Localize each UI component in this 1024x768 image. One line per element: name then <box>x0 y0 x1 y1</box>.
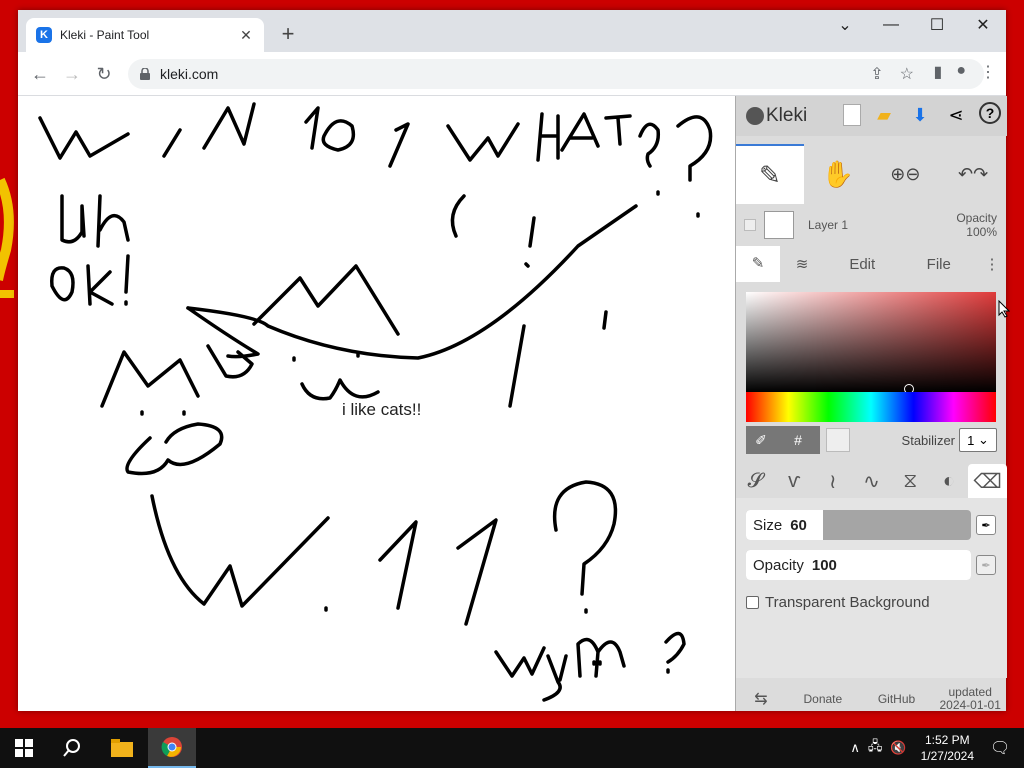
address-bar[interactable]: kleki.com ⇪ ☆ <box>128 59 984 89</box>
share-icon[interactable]: ⇪ <box>870 64 883 84</box>
menu-kebab-icon[interactable]: ⋮ <box>980 62 996 82</box>
hand-tool-icon[interactable]: ✋ <box>804 144 872 204</box>
taskbar: ∧ 🖧 🔇 1:52 PM 1/27/2024 🗨 <box>0 728 1024 768</box>
zoom-in-out-icon[interactable]: ⊕⊖ <box>872 144 940 204</box>
tab-strip: K Kleki - Paint Tool ✕ + ⌄ — ☐ ✕ <box>18 10 1006 52</box>
brush-settings: Size 60 ✒ Opacity 100 ✒ Transparent Back… <box>736 498 1007 678</box>
system-tray: ∧ 🖧 🔇 1:52 PM 1/27/2024 <box>850 728 974 768</box>
size-slider[interactable]: Size 60 <box>746 510 971 540</box>
bookmark-star-icon[interactable]: ☆ <box>900 64 914 84</box>
github-link[interactable]: GitHub <box>860 692 934 706</box>
tray-chevron-up-icon[interactable]: ∧ <box>850 740 860 756</box>
donate-link[interactable]: Donate <box>786 692 860 706</box>
eyedropper-icon[interactable]: ✐ <box>746 426 776 454</box>
tab-brush[interactable]: ✎ <box>736 246 780 282</box>
file-explorer-icon[interactable] <box>98 728 146 768</box>
transparent-background-option[interactable]: Transparent Background <box>746 594 930 611</box>
tab-close-icon[interactable]: ✕ <box>238 27 254 44</box>
pen-brush-icon[interactable]: 𝓢 <box>736 464 775 498</box>
mouse-cursor-icon <box>998 300 1010 318</box>
tab-search-chevron-icon[interactable]: ⌄ <box>822 10 868 40</box>
color-saturation-picker[interactable] <box>746 292 996 394</box>
opacity-slider[interactable]: Opacity 100 <box>746 550 971 580</box>
canvas-text-label: i like cats!! <box>342 400 422 419</box>
hue-slider[interactable] <box>746 392 996 422</box>
chrome-taskbar-icon[interactable] <box>148 728 196 768</box>
drawing-canvas[interactable]: i like cats!! <box>18 96 735 711</box>
layer-row[interactable]: Layer 1 Opacity 100% <box>736 208 1007 242</box>
more-options-icon[interactable]: ⋮ <box>977 255 1007 273</box>
color-tools-row: ✐ # Stabilizer 1 ⌄ <box>746 426 997 454</box>
kleki-header: Kleki ▰ ⬇ ⋖ ? <box>736 96 1007 136</box>
download-icon[interactable]: ⬇ <box>907 102 933 128</box>
browser-window: K Kleki - Paint Tool ✕ + ⌄ — ☐ ✕ ← → ↻ k… <box>18 10 1008 712</box>
brush-tool-icon[interactable]: ✎ <box>736 144 804 204</box>
search-icon[interactable] <box>48 728 96 768</box>
lock-icon <box>140 68 150 80</box>
reload-button[interactable]: ↻ <box>92 62 116 86</box>
brush-type-row: 𝓢 ⱱ ≀ ∿ ⧖ ◐ ⌫ <box>736 464 1008 498</box>
layer-opacity: Opacity 100% <box>956 211 997 239</box>
kleki-logo: Kleki <box>746 105 807 127</box>
size-pressure-toggle-icon[interactable]: ✒ <box>976 515 996 535</box>
stabilizer-label: Stabilizer <box>901 432 955 448</box>
hex-input-button[interactable]: # <box>776 426 820 454</box>
share-icon[interactable]: ⋖ <box>943 102 969 128</box>
forward-button[interactable]: → <box>60 62 84 86</box>
tab-edit[interactable]: Edit <box>824 256 901 273</box>
windows-start-icon[interactable] <box>0 728 48 768</box>
smudge-brush-icon[interactable]: ◐ <box>930 464 969 498</box>
wallpaper-emblem <box>0 177 14 298</box>
pixel-brush-icon[interactable]: ∿ <box>852 464 891 498</box>
undo-redo-icon[interactable]: ↶↷ <box>939 144 1007 204</box>
opacity-pressure-toggle-icon[interactable]: ✒ <box>976 555 996 575</box>
updated-info[interactable]: updated 2024-01-01 <box>933 685 1007 712</box>
tab-layers-icon[interactable]: ≋ <box>780 255 824 273</box>
sketchy-brush-icon[interactable]: ≀ <box>813 464 852 498</box>
layer-thumbnail <box>764 211 794 239</box>
layer-name: Layer 1 <box>808 218 849 232</box>
help-icon[interactable]: ? <box>979 102 1001 124</box>
taskbar-clock[interactable]: 1:52 PM 1/27/2024 <box>921 732 974 764</box>
kleki-footer: ⇆ Donate GitHub updated 2024-01-01 <box>736 685 1007 712</box>
new-tab-button[interactable]: + <box>276 23 300 47</box>
maximize-button[interactable]: ☐ <box>914 10 960 40</box>
kleki-tool-panel: Kleki ▰ ⬇ ⋖ ? ✎ ✋ ⊕⊖ ↶↷ Layer 1 Opacity … <box>735 96 1008 712</box>
kleki-favicon-icon: K <box>36 27 52 43</box>
stabilizer-select[interactable]: 1 ⌄ <box>959 428 997 452</box>
swap-side-icon[interactable]: ⇆ <box>736 689 786 709</box>
side-panel-icon[interactable]: ▮ <box>934 62 943 82</box>
chemy-brush-icon[interactable]: ⧖ <box>891 464 930 498</box>
blend-brush-icon[interactable]: ⱱ <box>775 464 814 498</box>
profile-avatar-icon[interactable]: ● <box>956 62 966 82</box>
window-controls: ⌄ — ☐ ✕ <box>822 10 1006 42</box>
volume-muted-icon[interactable]: 🔇 <box>890 740 906 756</box>
open-folder-icon[interactable]: ▰ <box>871 102 897 128</box>
back-button[interactable]: ← <box>28 62 52 86</box>
layer-visibility-checkbox[interactable] <box>744 219 756 231</box>
kleki-logo-mark-icon <box>746 107 764 125</box>
new-image-icon[interactable] <box>843 104 861 126</box>
main-tool-row: ✎ ✋ ⊕⊖ ↶↷ <box>736 144 1007 204</box>
url-text: kleki.com <box>160 66 219 82</box>
minimize-button[interactable]: — <box>868 10 914 40</box>
browser-toolbar: ← → ↻ kleki.com ⇪ ☆ ▮ ● ⋮ <box>18 52 1006 96</box>
tab-file[interactable]: File <box>901 256 978 273</box>
browser-tab[interactable]: K Kleki - Paint Tool ✕ <box>26 18 264 52</box>
eraser-icon[interactable]: ⌫ <box>968 464 1008 498</box>
panel-tabs: ✎ ≋ Edit File ⋮ <box>736 246 1007 282</box>
transparent-background-checkbox[interactable] <box>746 596 759 609</box>
network-icon[interactable]: 🖧 <box>868 737 883 759</box>
secondary-color-swatch[interactable] <box>826 428 850 452</box>
close-window-button[interactable]: ✕ <box>960 10 1006 40</box>
tab-title: Kleki - Paint Tool <box>60 28 150 42</box>
notifications-icon[interactable]: 🗨 <box>990 738 1010 758</box>
